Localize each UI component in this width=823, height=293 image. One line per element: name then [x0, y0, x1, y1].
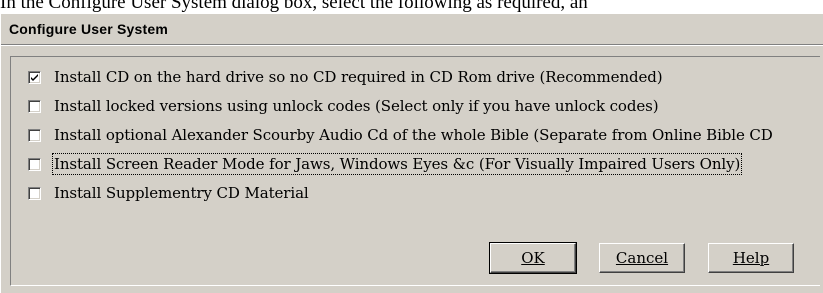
- cancel-button[interactable]: Cancel: [599, 243, 685, 273]
- option-label: Install locked versions using unlock cod…: [54, 97, 659, 115]
- option-install-locked-versions[interactable]: Install locked versions using unlock cod…: [28, 95, 659, 117]
- dialog-titlebar: Configure User System: [1, 14, 823, 44]
- help-button[interactable]: Help: [708, 243, 794, 273]
- option-label: Install Supplementry CD Material: [54, 184, 309, 202]
- option-label: Install Screen Reader Mode for Jaws, Win…: [51, 153, 743, 175]
- title-separator: [1, 44, 823, 46]
- checkbox-install-locked-versions[interactable]: [28, 99, 41, 113]
- help-button-label: Help: [732, 249, 770, 267]
- option-label: Install CD on the hard drive so no CD re…: [54, 68, 663, 86]
- checkbox-install-screen-reader-mode[interactable]: [28, 157, 41, 171]
- checkbox-install-cd-on-hard-drive[interactable]: [28, 70, 41, 84]
- option-label: Install optional Alexander Scourby Audio…: [54, 126, 773, 144]
- dialog-title: Configure User System: [9, 21, 169, 37]
- background-document-text: In the Configure User System dialog box,…: [0, 0, 588, 13]
- checkbox-install-supplementry-cd[interactable]: [28, 186, 41, 200]
- ok-button-label: OK: [521, 249, 545, 267]
- checkmark-icon: [31, 73, 38, 81]
- ok-button[interactable]: OK: [489, 242, 577, 274]
- option-install-supplementry-cd[interactable]: Install Supplementry CD Material: [28, 182, 309, 204]
- option-install-scourby-audio[interactable]: Install optional Alexander Scourby Audio…: [28, 124, 773, 146]
- option-install-cd-on-hard-drive[interactable]: Install CD on the hard drive so no CD re…: [28, 66, 663, 88]
- checkbox-install-scourby-audio[interactable]: [28, 128, 41, 142]
- configure-user-system-dialog: Configure User System Install CD on the …: [0, 13, 823, 293]
- option-install-screen-reader-mode[interactable]: Install Screen Reader Mode for Jaws, Win…: [28, 153, 743, 175]
- cancel-button-label: Cancel: [615, 249, 669, 267]
